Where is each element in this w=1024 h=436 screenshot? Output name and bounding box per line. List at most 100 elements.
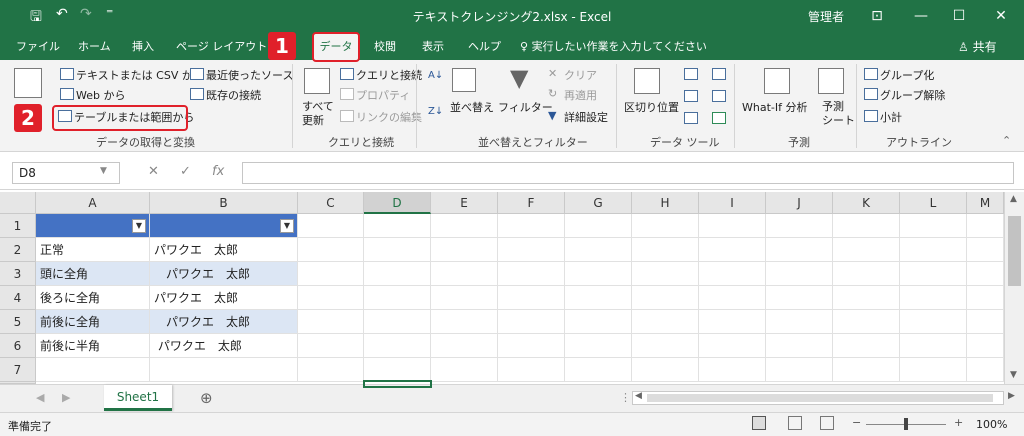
table-cell[interactable]: パワクエ 太郎: [150, 310, 298, 334]
empty-cell[interactable]: [766, 334, 833, 358]
horizontal-scroll-thumb[interactable]: [647, 394, 993, 402]
empty-cell[interactable]: [967, 262, 1004, 286]
empty-cell[interactable]: [364, 334, 431, 358]
data-validation-icon[interactable]: [684, 112, 698, 124]
empty-cell[interactable]: [833, 262, 900, 286]
empty-cell[interactable]: [431, 310, 498, 334]
empty-cell[interactable]: [967, 238, 1004, 262]
group-button[interactable]: グループ化: [880, 67, 934, 83]
empty-cell[interactable]: [364, 238, 431, 262]
sort-dialog-icon[interactable]: [452, 68, 476, 92]
column-header-g[interactable]: G: [565, 192, 632, 214]
tell-me-input[interactable]: ♀ 実行したい作業を入力してください: [520, 38, 707, 54]
row-header-3[interactable]: 3: [0, 262, 36, 286]
name-box-dropdown-icon[interactable]: ▼: [100, 166, 107, 176]
empty-cell[interactable]: [632, 286, 699, 310]
enter-icon[interactable]: ✓: [180, 164, 191, 179]
advanced-filter-button[interactable]: 詳細設定: [564, 109, 608, 125]
empty-cell[interactable]: [431, 358, 498, 382]
empty-cell[interactable]: [565, 358, 632, 382]
empty-cell[interactable]: [364, 310, 431, 334]
empty-cell[interactable]: [967, 214, 1004, 238]
relationships-icon[interactable]: [712, 90, 726, 102]
minimize-icon[interactable]: —: [906, 4, 936, 28]
empty-cell[interactable]: [565, 334, 632, 358]
page-break-preview-icon[interactable]: [820, 416, 834, 430]
prev-sheet-icon[interactable]: ◀: [36, 391, 44, 404]
empty-cell[interactable]: [900, 358, 967, 382]
table-cell[interactable]: 後ろに全角: [36, 286, 150, 310]
table-header-cell[interactable]: 状態 ▼: [36, 214, 150, 238]
empty-cell[interactable]: [967, 358, 1004, 382]
empty-cell[interactable]: [833, 358, 900, 382]
filter-button[interactable]: フィルター: [498, 99, 553, 115]
zoom-in-icon[interactable]: +: [954, 416, 963, 429]
properties-button[interactable]: プロパティ: [356, 87, 410, 103]
empty-cell[interactable]: [632, 310, 699, 334]
empty-cell[interactable]: [298, 286, 364, 310]
sort-za-icon[interactable]: Z↓: [428, 106, 443, 117]
split-handle-icon[interactable]: ⋮: [620, 391, 631, 404]
table-header-cell[interactable]: 名前 ▼: [150, 214, 298, 238]
get-data-icon[interactable]: [14, 68, 42, 98]
empty-cell[interactable]: [833, 286, 900, 310]
empty-cell[interactable]: [766, 310, 833, 334]
tab-insert[interactable]: 挿入: [132, 38, 154, 54]
filter-dropdown-icon[interactable]: ▼: [280, 219, 294, 233]
empty-cell[interactable]: [766, 214, 833, 238]
column-header-l[interactable]: L: [900, 192, 967, 214]
zoom-out-icon[interactable]: −: [852, 416, 861, 429]
user-name[interactable]: 管理者: [808, 8, 844, 25]
empty-cell[interactable]: [632, 358, 699, 382]
empty-cell[interactable]: [833, 310, 900, 334]
column-header-c[interactable]: C: [298, 192, 364, 214]
close-icon[interactable]: ✕: [986, 4, 1016, 28]
maximize-icon[interactable]: ☐: [944, 4, 974, 28]
row-header-4[interactable]: 4: [0, 286, 36, 310]
empty-cell[interactable]: [632, 238, 699, 262]
empty-cell[interactable]: [431, 214, 498, 238]
empty-cell[interactable]: [498, 310, 565, 334]
empty-cell[interactable]: [431, 238, 498, 262]
empty-cell[interactable]: [699, 310, 766, 334]
empty-cell[interactable]: [298, 334, 364, 358]
column-header-a[interactable]: A: [36, 192, 150, 214]
empty-cell[interactable]: [967, 310, 1004, 334]
empty-cell[interactable]: [298, 214, 364, 238]
formula-input[interactable]: [242, 162, 1014, 184]
empty-cell[interactable]: [498, 214, 565, 238]
forecast-sheet-label-2[interactable]: シート: [822, 112, 855, 128]
cancel-icon[interactable]: ✕: [148, 164, 159, 179]
empty-cell[interactable]: [699, 286, 766, 310]
empty-cell[interactable]: [699, 358, 766, 382]
ungroup-button[interactable]: グループ解除: [880, 87, 945, 103]
text-to-columns-button[interactable]: 区切り位置: [624, 99, 679, 115]
data-model-icon[interactable]: [712, 112, 726, 124]
horizontal-scrollbar[interactable]: ◀: [632, 391, 1004, 405]
what-if-button[interactable]: What-If 分析: [742, 99, 807, 115]
empty-cell[interactable]: [766, 286, 833, 310]
empty-cell[interactable]: [632, 214, 699, 238]
normal-view-icon[interactable]: [752, 416, 766, 430]
scroll-left-icon[interactable]: ◀: [635, 391, 642, 401]
column-header-d[interactable]: D: [364, 192, 431, 214]
empty-cell[interactable]: [565, 214, 632, 238]
table-cell[interactable]: パワクエ 太郎: [150, 262, 298, 286]
select-all-corner[interactable]: [0, 192, 36, 214]
empty-cell[interactable]: [900, 310, 967, 334]
sort-button[interactable]: 並べ替え: [450, 99, 494, 115]
table-cell[interactable]: 前後に全角: [36, 310, 150, 334]
empty-cell[interactable]: [967, 286, 1004, 310]
empty-cell[interactable]: [900, 334, 967, 358]
empty-cell[interactable]: [699, 262, 766, 286]
empty-cell[interactable]: [431, 334, 498, 358]
clear-button[interactable]: クリア: [564, 67, 597, 83]
existing-connections-button[interactable]: 既存の接続: [206, 87, 261, 103]
tab-help[interactable]: ヘルプ: [468, 38, 501, 54]
empty-cell[interactable]: [833, 214, 900, 238]
subtotal-button[interactable]: 小計: [880, 109, 902, 125]
tab-page-layout[interactable]: ページ レイアウト: [176, 38, 267, 54]
next-sheet-icon[interactable]: ▶: [62, 391, 70, 404]
table-cell[interactable]: 正常: [36, 238, 150, 262]
tab-home[interactable]: ホーム: [78, 38, 111, 54]
